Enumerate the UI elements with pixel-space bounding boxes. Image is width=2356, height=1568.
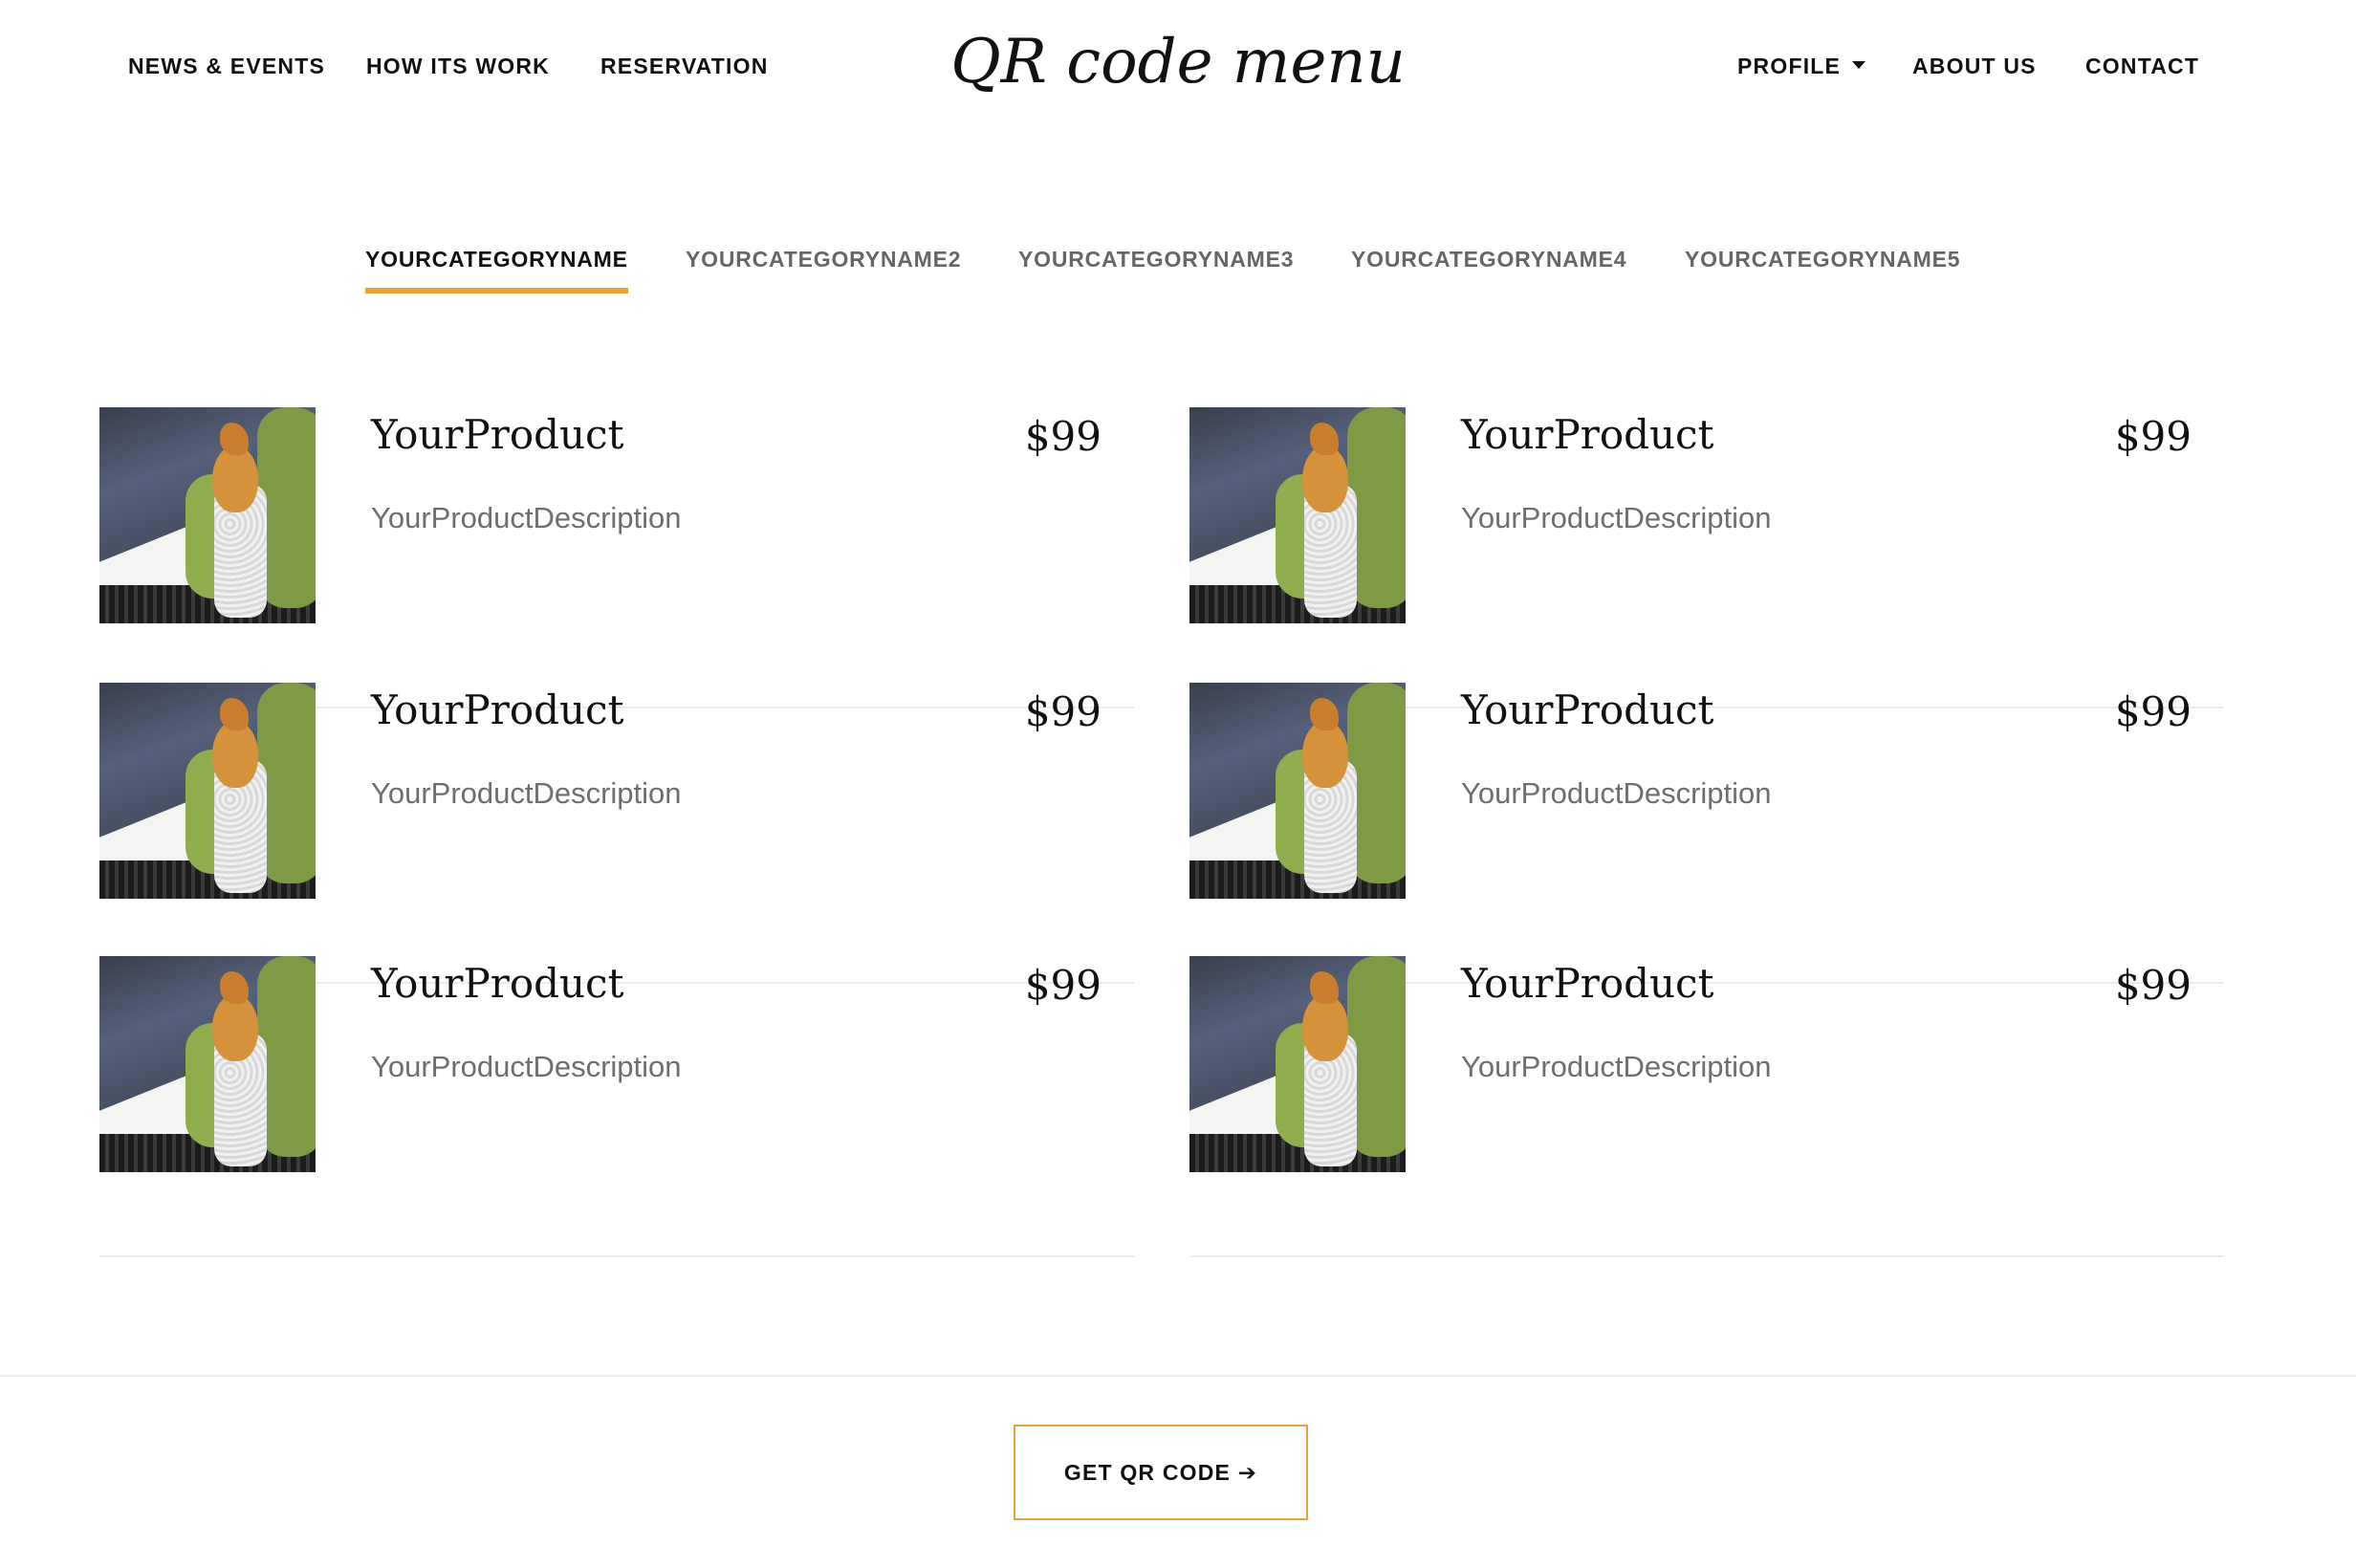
product-price: $99 (2114, 688, 2192, 735)
product-name: YourProduct (371, 686, 624, 733)
product-name: YourProduct (371, 960, 624, 1007)
product-image (99, 683, 316, 899)
nav-dropdown-profile[interactable]: PROFILE (1737, 54, 1866, 79)
nav-link-contact[interactable]: CONTACT (2085, 54, 2199, 79)
product-name: YourProduct (1461, 686, 1714, 733)
product-description: YourProductDescription (371, 1050, 682, 1083)
tab-category-4[interactable]: YOURCATEGORYNAME4 (1351, 247, 1626, 288)
product-price: $99 (1024, 962, 1102, 1009)
product-name: YourProduct (371, 411, 624, 458)
nav-link-about-us[interactable]: ABOUT US (1912, 54, 2037, 79)
product-description: YourProductDescription (1461, 1050, 1772, 1083)
tab-category-5[interactable]: YOURCATEGORYNAME5 (1685, 247, 1960, 288)
product-description: YourProductDescription (371, 776, 682, 810)
product-item[interactable]: YourProduct $99 YourProductDescription (99, 407, 1134, 708)
product-item[interactable]: YourProduct $99 YourProductDescription (99, 956, 1134, 1257)
product-price: $99 (1024, 413, 1102, 460)
product-image (1189, 956, 1406, 1172)
product-name: YourProduct (1461, 411, 1714, 458)
product-image (99, 956, 316, 1172)
product-price: $99 (2114, 962, 2192, 1009)
product-item[interactable]: YourProduct $99 YourProductDescription (1189, 956, 2224, 1257)
product-item[interactable]: YourProduct $99 YourProductDescription (99, 683, 1134, 984)
product-item[interactable]: YourProduct $99 YourProductDescription (1189, 407, 2224, 708)
product-image (1189, 407, 1406, 623)
product-description: YourProductDescription (1461, 501, 1772, 534)
product-item[interactable]: YourProduct $99 YourProductDescription (1189, 683, 2224, 984)
product-price: $99 (2114, 413, 2192, 460)
product-image (1189, 683, 1406, 899)
tab-category-3[interactable]: YOURCATEGORYNAME3 (1018, 247, 1294, 288)
tab-category-1[interactable]: YOURCATEGORYNAME (365, 247, 628, 294)
product-description: YourProductDescription (371, 501, 682, 534)
product-name: YourProduct (1461, 960, 1714, 1007)
product-price: $99 (1024, 688, 1102, 735)
tab-category-2[interactable]: YOURCATEGORYNAME2 (686, 247, 961, 288)
nav-profile-label: PROFILE (1737, 54, 1842, 78)
navbar: NEWS & EVENTS HOW ITS WORK RESERVATION Q… (0, 0, 2356, 136)
footer-divider (0, 1375, 2356, 1377)
brand-title: QR code menu (950, 27, 1406, 98)
caret-down-icon (1852, 60, 1866, 69)
get-qr-code-button[interactable]: GET QR CODE ➔ (1014, 1425, 1308, 1520)
product-image (99, 407, 316, 623)
product-description: YourProductDescription (1461, 776, 1772, 810)
category-tabs: YOURCATEGORYNAME YOURCATEGORYNAME2 YOURC… (0, 247, 2356, 304)
